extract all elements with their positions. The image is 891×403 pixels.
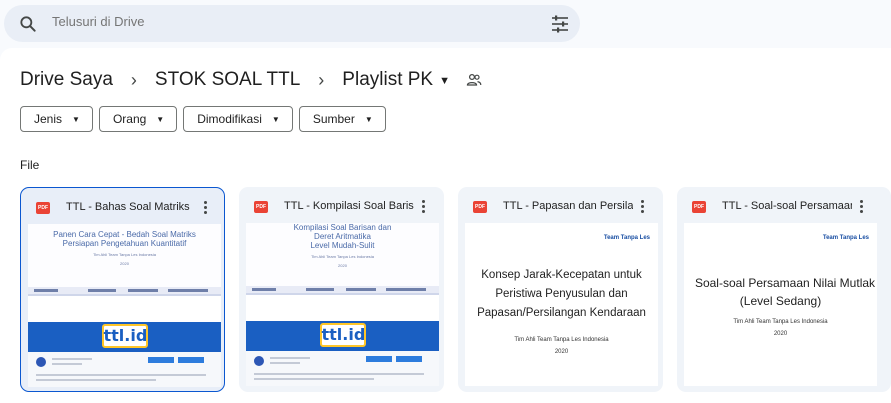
file-thumbnail: Kompilasi Soal Barisan dan Deret Aritmat…	[246, 223, 439, 386]
caret-down-icon: ▼	[439, 75, 450, 87]
thumbnail-text: Kompilasi Soal Barisan dan	[293, 223, 392, 232]
thumbnail-slide: ttl.id	[246, 309, 439, 386]
more-options-icon[interactable]	[422, 200, 426, 214]
thumbnail-slide: Team Tanpa Les Konsep Jarak-Kecepatan un…	[465, 223, 658, 386]
breadcrumb-current[interactable]: Playlist PK ▼	[342, 67, 450, 93]
file-card-header: PDF TTL - Kompilasi Soal Barisan	[239, 187, 444, 223]
more-options-icon[interactable]	[204, 201, 208, 215]
thumbnail-text: Deret Aritmatika	[314, 232, 371, 241]
file-thumbnail: Panen Cara Cepat - Bedah Soal Matriks Pe…	[28, 224, 221, 387]
breadcrumb-current-label: Playlist PK	[342, 69, 434, 90]
more-options-icon[interactable]	[860, 200, 864, 214]
filter-people-label: Orang	[112, 112, 147, 126]
file-card-header: PDF TTL - Soal-soal Persamaan	[677, 187, 891, 223]
more-options-icon[interactable]	[641, 200, 645, 214]
file-title: TTL - Bahas Soal Matriks	[66, 201, 190, 213]
search-input[interactable]	[52, 14, 532, 29]
filter-modified[interactable]: Dimodifikasi ▼	[183, 106, 293, 132]
search-options-icon[interactable]	[550, 15, 570, 33]
thumbnail-text: Tim Ahli Team Tanpa Les Indonesia	[93, 252, 156, 257]
thumbnail-brand: Team Tanpa Les	[603, 235, 650, 241]
chevron-right-icon: ›	[318, 69, 325, 90]
thumbnail-text: Panen Cara Cepat - Bedah Soal Matriks	[53, 230, 196, 239]
file-thumbnail: Team Tanpa Les Konsep Jarak-Kecepatan un…	[465, 223, 658, 386]
thumbnail-text: Persiapan Pengetahuan Kuantitatif	[62, 239, 187, 248]
thumbnail-slide: ttl.id	[28, 310, 221, 387]
filter-source[interactable]: Sumber ▼	[298, 106, 386, 132]
breadcrumb: Drive Saya › STOK SOAL TTL › Playlist PK…	[20, 66, 482, 94]
file-card[interactable]: PDF TTL - Papasan dan Persilangan Team T…	[458, 187, 663, 392]
thumbnail-author: Tim Ahli Team Tanpa Les Indonesia	[733, 319, 828, 325]
file-thumbnail: Team Tanpa Les Soal-soal Persamaan Nilai…	[684, 223, 877, 386]
search-bar[interactable]	[4, 5, 580, 42]
thumbnail-text: Level Mudah-Sulit	[310, 241, 375, 250]
pdf-file-icon: PDF	[692, 201, 706, 213]
pdf-file-icon: PDF	[254, 201, 268, 213]
file-card-header: PDF TTL - Bahas Soal Matriks	[21, 188, 224, 224]
main-content: Drive Saya › STOK SOAL TTL › Playlist PK…	[0, 48, 891, 403]
thumbnail-slide: Team Tanpa Les Soal-soal Persamaan Nilai…	[684, 223, 877, 386]
file-card[interactable]: PDF TTL - Bahas Soal Matriks Panen Cara …	[20, 187, 225, 392]
slide-footer	[246, 286, 439, 293]
pdf-file-icon: PDF	[473, 201, 487, 213]
ttl-logo: ttl.id	[319, 323, 366, 347]
slide-footer	[28, 287, 221, 294]
thumbnail-brand: Team Tanpa Les	[822, 235, 869, 241]
filter-source-label: Sumber	[312, 112, 355, 126]
thumbnail-year: 2020	[554, 349, 569, 355]
thumbnail-slide: Kompilasi Soal Barisan dan Deret Aritmat…	[246, 223, 439, 295]
thumbnail-text: Peristiwa Penyusulan dan	[495, 288, 628, 300]
file-card-header: PDF TTL - Papasan dan Persilangan	[458, 187, 663, 223]
thumbnail-text: Papasan/Persilangan Kendaraan	[477, 307, 646, 319]
search-icon[interactable]	[18, 14, 38, 34]
caret-down-icon: ▼	[271, 114, 280, 124]
thumbnail-author: Tim Ahli Team Tanpa Les Indonesia	[514, 337, 609, 343]
thumbnail-text: 2020	[338, 263, 347, 268]
filter-people[interactable]: Orang ▼	[98, 106, 178, 132]
website-preview	[28, 352, 221, 387]
file-title: TTL - Papasan dan Persilangan	[503, 200, 633, 212]
thumbnail-text: Tim Ahli Team Tanpa Les Indonesia	[311, 254, 374, 259]
filter-chips: Jenis ▼ Orang ▼ Dimodifikasi ▼ Sumber ▼	[20, 106, 386, 132]
file-title: TTL - Kompilasi Soal Barisan	[284, 200, 414, 212]
file-card[interactable]: PDF TTL - Kompilasi Soal Barisan Kompila…	[239, 187, 444, 392]
section-label-files: File	[20, 158, 40, 172]
pdf-file-icon: PDF	[36, 202, 50, 214]
thumbnail-text: (Level Sedang)	[739, 294, 822, 308]
thumbnail-text: 2020	[120, 261, 129, 266]
file-title: TTL - Soal-soal Persamaan	[722, 200, 852, 212]
thumbnail-text: Soal-soal Persamaan Nilai Mutlak	[694, 276, 876, 290]
breadcrumb-parent[interactable]: STOK SOAL TTL	[155, 67, 300, 93]
website-preview	[246, 351, 439, 386]
top-bar	[0, 0, 891, 48]
thumbnail-slide: Panen Cara Cepat - Bedah Soal Matriks Pe…	[28, 224, 221, 296]
shared-folder-icon	[466, 73, 482, 86]
caret-down-icon: ▼	[364, 114, 373, 124]
chevron-right-icon: ›	[130, 69, 137, 90]
thumbnail-text: Konsep Jarak-Kecepatan untuk	[481, 269, 642, 281]
thumbnail-year: 2020	[773, 331, 788, 337]
filter-type[interactable]: Jenis ▼	[20, 106, 93, 132]
filter-modified-label: Dimodifikasi	[197, 112, 262, 126]
caret-down-icon: ▼	[72, 114, 80, 124]
ttl-logo: ttl.id	[101, 324, 148, 348]
breadcrumb-root[interactable]: Drive Saya	[20, 67, 113, 93]
caret-down-icon: ▼	[156, 114, 165, 124]
filter-type-label: Jenis	[34, 112, 63, 126]
file-card[interactable]: PDF TTL - Soal-soal Persamaan Team Tanpa…	[677, 187, 891, 392]
